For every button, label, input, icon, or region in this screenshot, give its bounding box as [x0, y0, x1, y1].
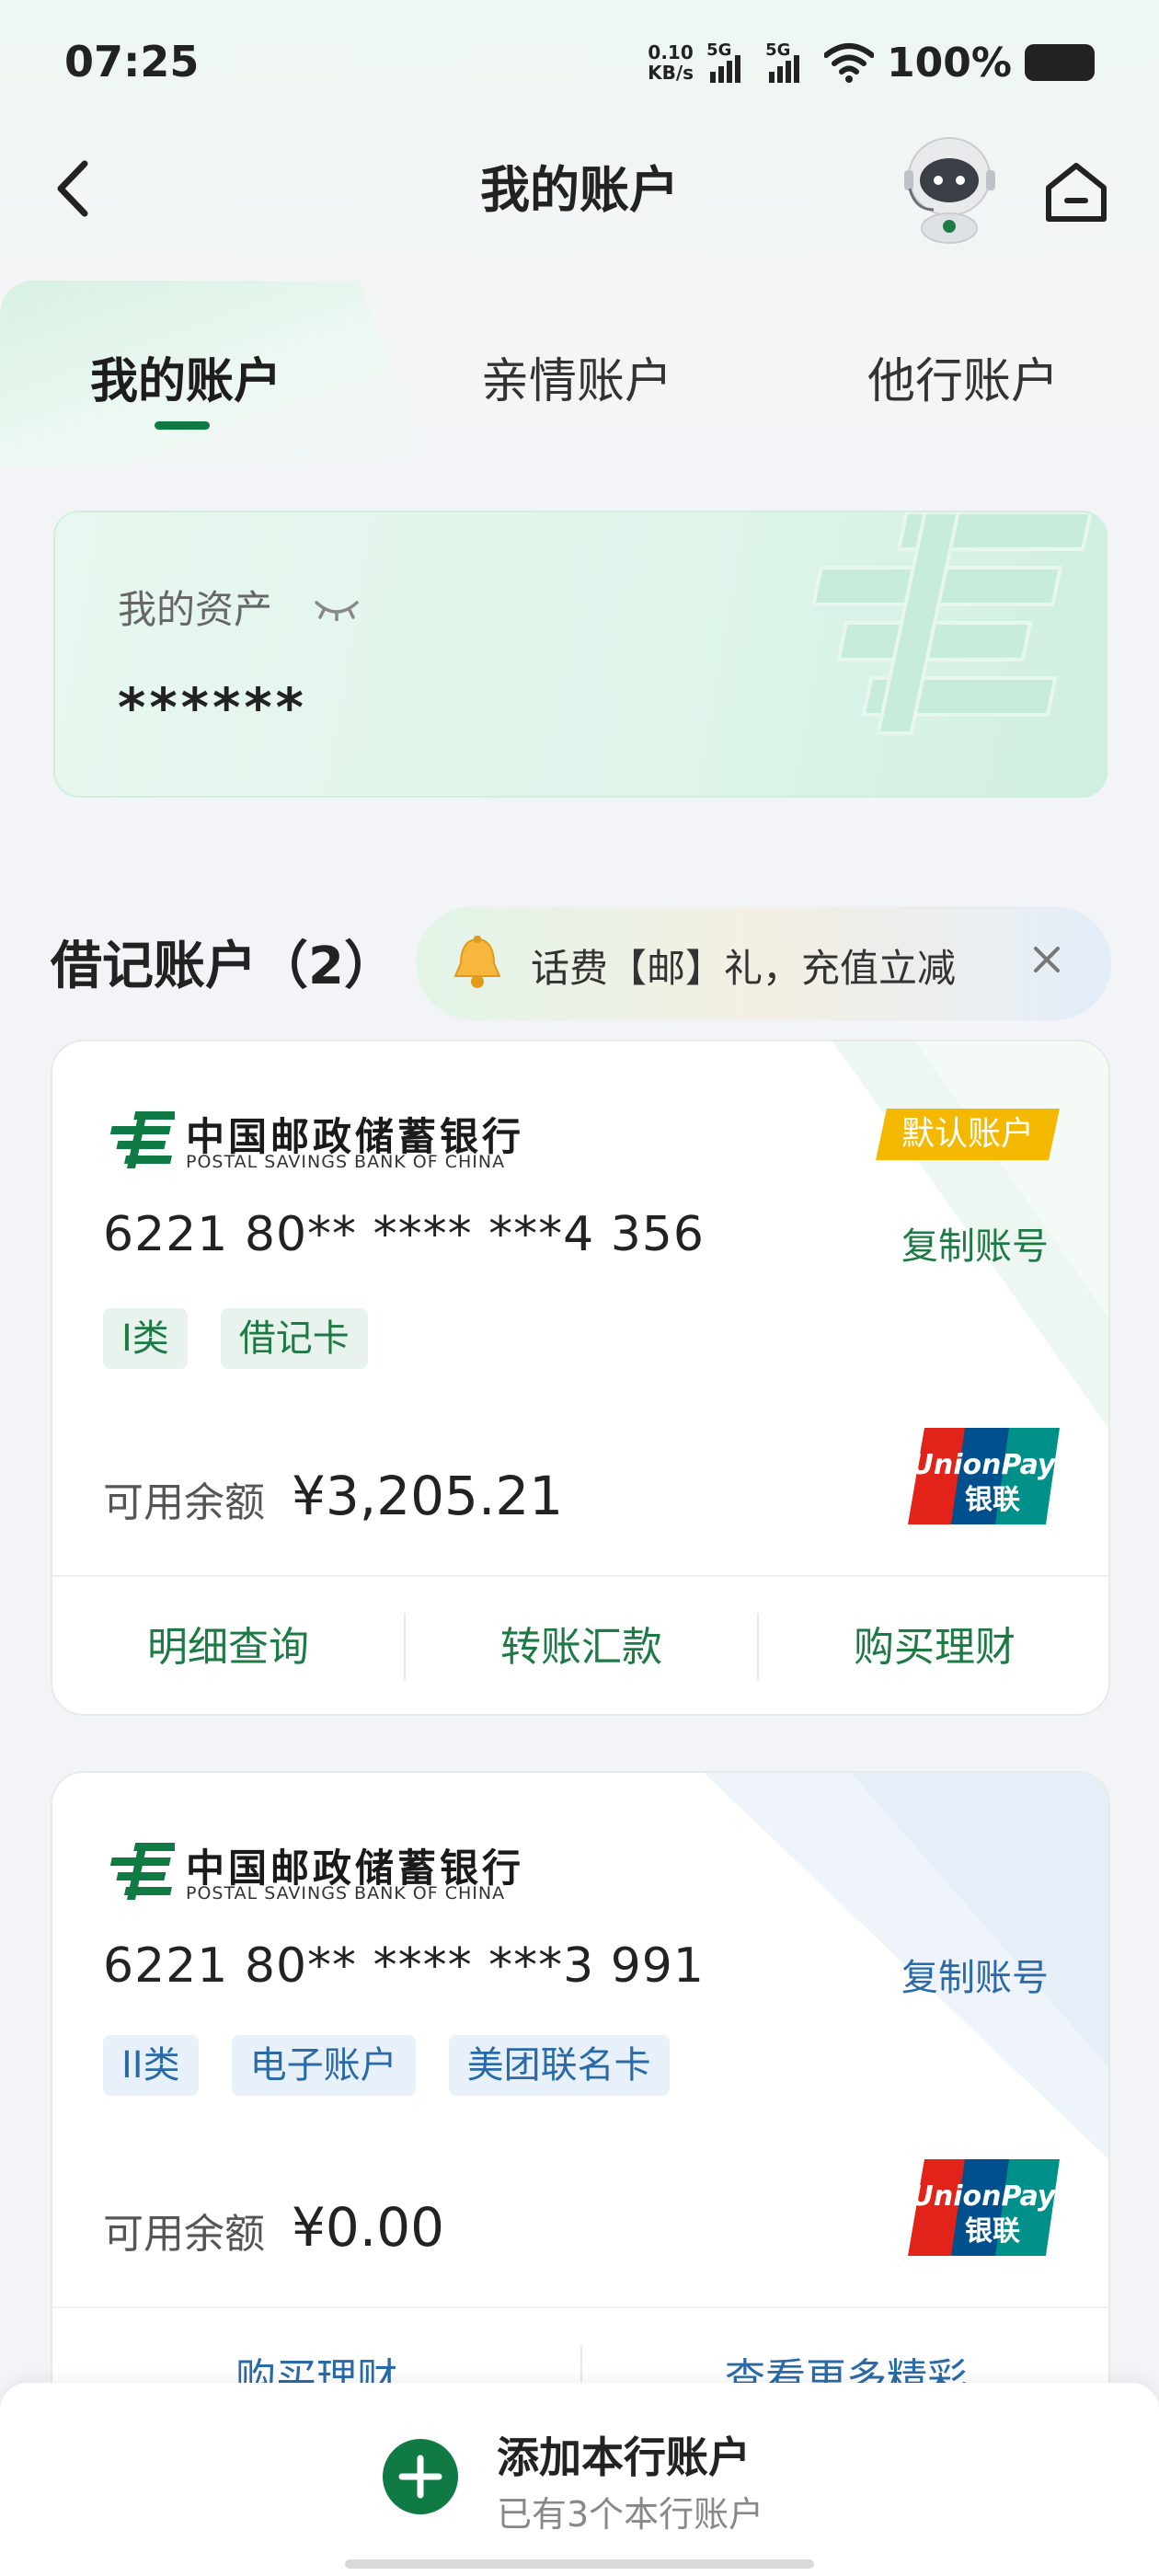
tab-my-accounts[interactable]: 我的账户	[90, 342, 281, 411]
network-speed-unit: KB/s	[648, 62, 694, 84]
asset-label: 我的资产	[118, 587, 273, 632]
bell-icon	[453, 936, 501, 988]
card-type-tag: 借记卡	[220, 1308, 368, 1369]
unionpay-logo-icon: UnionPay 银联	[908, 1428, 1060, 1524]
balance-value: ¥0.00	[292, 2196, 445, 2259]
balance-value: ¥3,205.21	[292, 1465, 564, 1527]
status-time: 07:25	[64, 37, 200, 86]
default-account-badge-text: 默认账户	[901, 1115, 1034, 1153]
tab-family-accounts[interactable]: 亲情账户	[481, 342, 672, 411]
add-account-bar[interactable]: 添加本行账户 已有3个本行账户	[0, 2383, 1159, 2576]
svg-text:UnionPay: UnionPay	[912, 1449, 1057, 1481]
home-icon[interactable]	[1041, 158, 1111, 224]
home-indicator[interactable]	[345, 2559, 814, 2569]
postal-bank-emblem-icon	[109, 1111, 175, 1168]
close-icon[interactable]	[1019, 932, 1074, 987]
buy-wealth-button[interactable]: 购买理财	[759, 1614, 1108, 1673]
signal-2-icon: 5G	[765, 40, 811, 83]
assistant-robot-icon[interactable]	[897, 129, 1003, 244]
unionpay-logo-icon: UnionPay 银联	[908, 2159, 1060, 2256]
wifi-icon	[824, 43, 875, 83]
account-tabs: 我的账户 亲情账户 他行账户	[0, 276, 1159, 478]
bank-logo: 中国邮政储蓄银行 POSTAL SAVINGS BANK OF CHINA	[103, 1106, 563, 1179]
asset-card: 我的资产 ******	[53, 511, 1107, 798]
svg-text:银联: 银联	[965, 1484, 1020, 1516]
balance-label: 可用余额	[103, 1479, 265, 1526]
detail-query-button[interactable]: 明细查询	[52, 1614, 404, 1673]
signal-2-label: 5G	[765, 40, 791, 60]
copy-account-button[interactable]: 复制账号	[901, 1216, 1049, 1270]
account-actions: 明细查询 转账汇款 购买理财	[52, 1575, 1108, 1713]
hidden-eye-icon[interactable]	[313, 597, 361, 621]
status-bar: 07:25 0.10 KB/s 5G 5G 100%	[0, 0, 1159, 129]
bank-name-english: POSTAL SAVINGS BANK OF CHINA	[186, 1883, 506, 1903]
balance-label: 可用余额	[103, 2211, 265, 2258]
signal-1-label: 5G	[706, 40, 732, 60]
battery-percent: 100%	[887, 39, 1012, 86]
debit-accounts-heading: 借记账户（2）	[51, 937, 396, 996]
account-card[interactable]: 中国邮政储蓄银行 POSTAL SAVINGS BANK OF CHINA 默认…	[51, 1040, 1110, 1716]
account-tags: I类 借记卡	[103, 1308, 368, 1369]
signal-1-icon: 5G	[706, 40, 752, 83]
svg-text:UnionPay: UnionPay	[912, 2180, 1057, 2213]
add-account-title[interactable]: 添加本行账户	[497, 2424, 751, 2485]
bank-name-english: POSTAL SAVINGS BANK OF CHINA	[186, 1152, 506, 1172]
bank-logo: 中国邮政储蓄银行 POSTAL SAVINGS BANK OF CHINA	[103, 1837, 563, 1911]
card-number: 6221 80** **** ***3 991	[103, 1938, 705, 1994]
plus-icon[interactable]	[382, 2438, 459, 2515]
battery-icon	[1025, 44, 1095, 81]
status-icons: 0.10 KB/s 5G 5G 100%	[648, 37, 1095, 88]
tab-other-bank-accounts[interactable]: 他行账户	[867, 342, 1059, 411]
electronic-account-tag: 电子账户	[231, 2035, 416, 2096]
account-class-tag: II类	[103, 2035, 199, 2096]
co-brand-card-tag: 美团联名卡	[448, 2035, 670, 2096]
network-speed: 0.10 KB/s	[648, 42, 694, 83]
postal-bank-emblem-icon	[109, 1843, 175, 1900]
copy-account-button[interactable]: 复制账号	[901, 1948, 1049, 2001]
active-tab-indicator	[155, 421, 210, 430]
add-account-subtitle: 已有3个本行账户	[497, 2494, 764, 2535]
transfer-button[interactable]: 转账汇款	[406, 1614, 757, 1673]
my-accounts-screen: 07:25 0.10 KB/s 5G 5G 100% 我的账户 我的账户 亲情账…	[0, 0, 1159, 2576]
promo-banner[interactable]: 话费【邮】礼，充值立减	[416, 906, 1111, 1020]
card-number: 6221 80** **** ***4 356	[103, 1207, 705, 1262]
asset-value: ******	[118, 676, 307, 739]
postal-logo-watermark-icon	[810, 512, 1094, 735]
network-speed-value: 0.10	[648, 41, 694, 63]
promo-text: 话费【邮】礼，充值立减	[531, 946, 957, 991]
account-tags: II类 电子账户 美团联名卡	[103, 2035, 670, 2096]
default-account-badge: 默认账户	[876, 1109, 1060, 1160]
account-class-tag: I类	[103, 1308, 188, 1369]
header: 我的账户	[0, 129, 1159, 248]
svg-text:银联: 银联	[965, 2215, 1020, 2248]
